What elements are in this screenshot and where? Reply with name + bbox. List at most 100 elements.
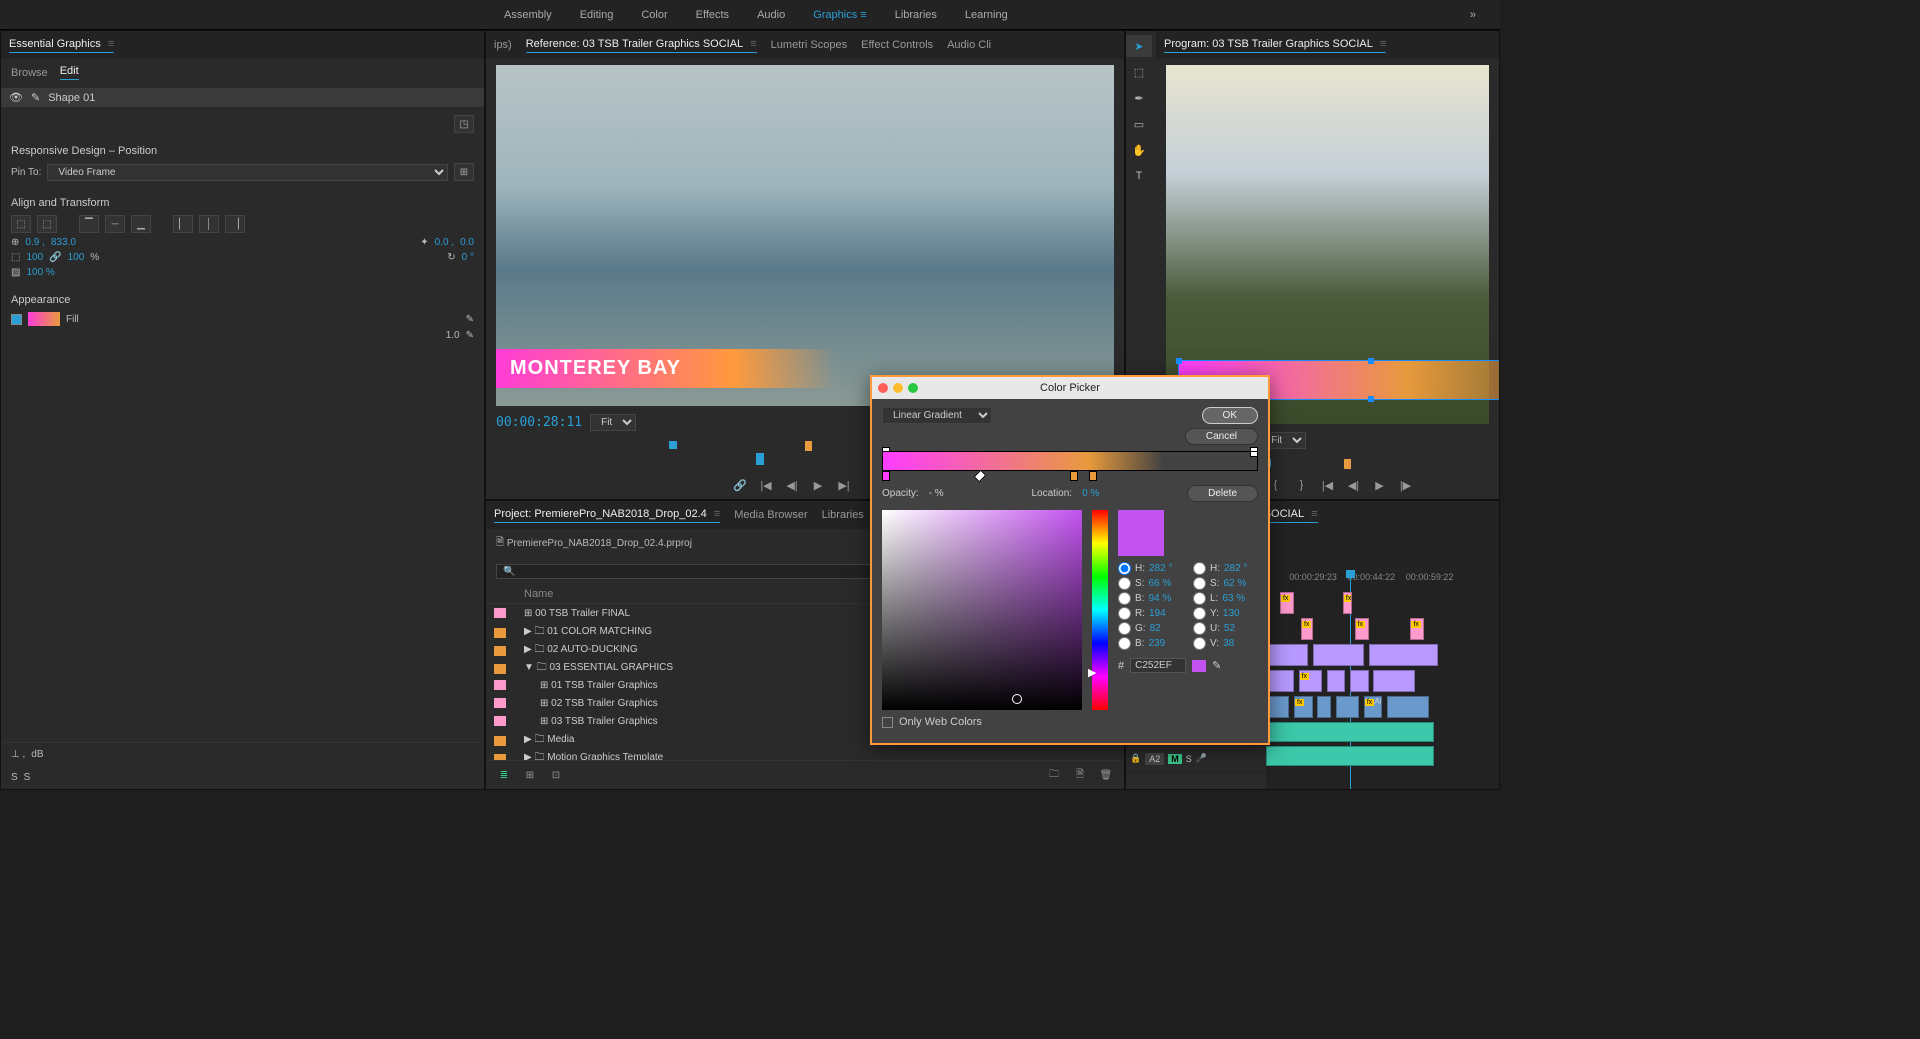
clip[interactable]: fx [1301,618,1313,640]
link-icon[interactable]: 🔗 [49,252,61,263]
close-icon[interactable] [878,383,888,393]
play-icon[interactable]: ▶ [1372,477,1388,493]
type-tool[interactable]: T [1126,165,1152,187]
tab-reference[interactable]: Reference: 03 TSB Trailer Graphics SOCIA… [526,38,757,53]
maximize-icon[interactable] [908,383,918,393]
midpoint-stop[interactable] [974,470,987,483]
pos-x[interactable]: 0.9 , [25,237,44,248]
pos-y[interactable]: 833.0 [51,237,76,248]
cancel-button[interactable]: Cancel [1185,428,1258,445]
mark-out-icon[interactable]: } [1294,477,1310,493]
workspace-learning[interactable]: Learning [951,0,1022,30]
align-v-right-icon[interactable]: ▕ [225,215,245,233]
tab-media-browser[interactable]: Media Browser [734,509,807,521]
playhead-handle[interactable] [756,453,764,465]
minimize-icon[interactable] [893,383,903,393]
workspace-libraries[interactable]: Libraries [881,0,951,30]
go-to-in-icon[interactable]: |◀ [758,477,774,493]
y-radio[interactable] [1193,607,1206,620]
opacity-val[interactable]: 100 % [26,267,54,278]
r-radio[interactable] [1118,607,1131,620]
color-cursor[interactable] [1012,694,1022,704]
eyedropper-icon[interactable]: ✎ [466,314,474,325]
gradient-bar[interactable] [882,451,1258,471]
align-v-center-icon[interactable]: │ [199,215,219,233]
list-view-icon[interactable]: ≣ [496,767,512,783]
align-middle-icon[interactable]: ─ [105,215,125,233]
g-radio[interactable] [1118,622,1131,635]
fill-opacity[interactable]: 1.0 [446,330,460,341]
tab-lumetri[interactable]: Lumetri Scopes [771,39,847,51]
clip[interactable] [1387,696,1429,718]
color-stop[interactable] [1089,471,1097,481]
tab-libraries[interactable]: Libraries [822,509,864,521]
tab-effect-controls[interactable]: Effect Controls [861,39,933,51]
clip[interactable]: fx [1294,696,1313,718]
scale-h[interactable]: 100 [68,252,85,263]
step-fwd-icon[interactable]: |▶ [1398,477,1414,493]
clip[interactable] [1317,696,1331,718]
project-row[interactable]: ▶ 🗀 Motion Graphics Template [486,748,1124,760]
eyedropper-icon[interactable]: ✎ [1212,659,1221,672]
b-radio[interactable] [1118,592,1131,605]
workspace-audio[interactable]: Audio [743,0,799,30]
audio-clip[interactable] [1266,746,1434,766]
trash-icon[interactable]: 🗑 [1098,767,1114,783]
marker-icon[interactable] [805,441,812,451]
workspace-graphics[interactable]: Graphics ≡ [799,0,881,30]
rotation-val[interactable]: 0 ° [462,252,474,263]
pin-to-select[interactable]: Video Frame [47,164,448,181]
gradient-type-select[interactable]: Linear Gradient [882,407,992,424]
anchor-y[interactable]: 0.0 [460,237,474,248]
clip[interactable] [1266,670,1294,692]
clip[interactable] [1327,670,1346,692]
freeform-view-icon[interactable]: ⊡ [548,767,564,783]
hamburger-icon[interactable]: ≡ [857,9,866,21]
align-bottom-icon[interactable]: ▁ [131,215,151,233]
go-to-out-icon[interactable]: ▶| [836,477,852,493]
u-radio[interactable] [1193,622,1206,635]
go-to-in-icon[interactable]: |◀ [1320,477,1336,493]
source-zoom-fit[interactable]: Fit [590,414,636,431]
align-top-icon[interactable]: ▔ [79,215,99,233]
color-stop[interactable] [882,471,890,481]
pen-tool[interactable]: ✒ [1126,87,1152,109]
b2-radio[interactable] [1118,637,1131,650]
gang-icon[interactable]: 🔗 [732,477,748,493]
hex-input[interactable] [1130,658,1186,673]
web-colors-checkbox[interactable] [882,717,893,728]
clip[interactable] [1266,644,1308,666]
clip[interactable]: fx [1355,618,1369,640]
tab-audio-clip[interactable]: Audio Cli [947,39,991,51]
hue-slider[interactable]: ▶ [1092,510,1108,710]
s-radio[interactable] [1118,577,1131,590]
clip[interactable] [1373,670,1415,692]
scale-w[interactable]: 100 [26,252,43,263]
marker-icon[interactable] [1344,459,1351,469]
clip[interactable] [1313,644,1364,666]
delete-button[interactable]: Delete [1187,485,1258,502]
reference-monitor[interactable]: MONTEREY BAY [496,65,1114,406]
rectangle-tool[interactable]: ▭ [1126,113,1152,135]
fill-swatch[interactable] [28,312,60,326]
location-value[interactable]: 0 % [1082,488,1099,499]
l-radio[interactable] [1193,592,1206,605]
eye-icon[interactable]: 👁 [9,91,23,104]
ok-button[interactable]: OK [1202,407,1258,424]
fill-checkbox[interactable] [11,314,22,325]
tab-program[interactable]: Program: 03 TSB Trailer Graphics SOCIAL … [1164,38,1386,53]
align-v-left-icon[interactable]: ▏ [173,215,193,233]
hand-tool[interactable]: ✋ [1126,139,1152,161]
workspace-assembly[interactable]: Assembly [490,0,566,30]
step-back-icon[interactable]: ◀| [784,477,800,493]
dialog-titlebar[interactable]: Color Picker [872,377,1268,399]
clip[interactable] [1369,644,1439,666]
pin-grid-icon[interactable]: ⊞ [454,163,474,181]
s2-radio[interactable] [1193,577,1206,590]
clip[interactable]: fx [1343,592,1352,614]
eyedropper-icon[interactable]: ✎ [466,330,474,341]
color-stop[interactable] [1070,471,1078,481]
play-icon[interactable]: ▶ [810,477,826,493]
align-center-h-icon[interactable]: ⬚ [37,215,57,233]
clip[interactable]: fx [1299,670,1322,692]
